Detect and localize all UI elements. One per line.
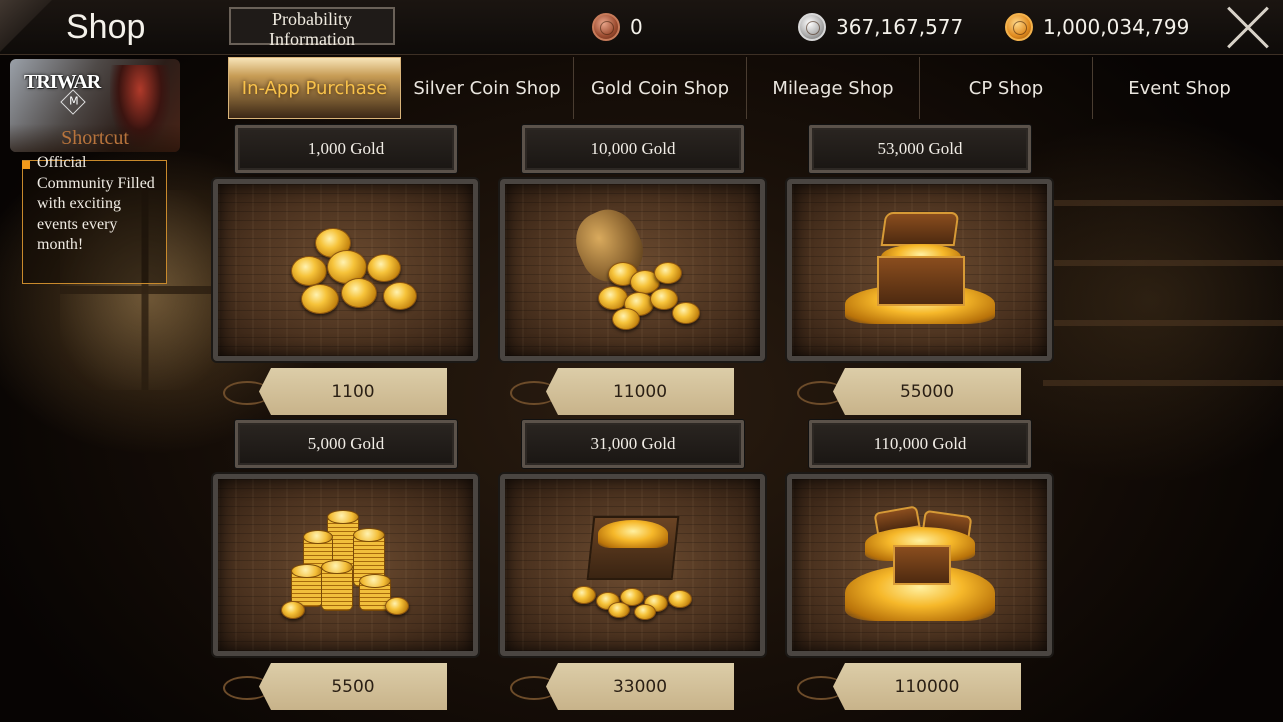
price-tag: 33000 bbox=[546, 663, 734, 710]
price-tag: 110000 bbox=[833, 663, 1021, 710]
shop-tabs: In-App Purchase Silver Coin Shop Gold Co… bbox=[228, 57, 1268, 119]
price-tag: 5500 bbox=[259, 663, 447, 710]
product-card[interactable]: 53,000 Gold 55000 bbox=[787, 125, 1052, 415]
product-image-board bbox=[213, 474, 478, 656]
bronze-currency: 0 bbox=[592, 13, 643, 41]
silver-currency: 367,167,577 bbox=[798, 13, 963, 41]
gold-coin-stacks-icon bbox=[280, 505, 411, 625]
game-logo: TRIWAR bbox=[24, 71, 101, 93]
price-tag: 1100 bbox=[259, 368, 447, 415]
silver-coin-icon bbox=[798, 13, 826, 41]
gold-coins-scattered-icon bbox=[271, 220, 421, 320]
price-tag: 11000 bbox=[546, 368, 734, 415]
page-title: Shop bbox=[66, 8, 146, 46]
bronze-coin-icon bbox=[592, 13, 620, 41]
background-shelf bbox=[1043, 380, 1283, 386]
probability-button-line2: Information bbox=[269, 29, 355, 49]
product-name: 110,000 Gold bbox=[809, 420, 1031, 468]
tab-label: CP Shop bbox=[968, 77, 1044, 99]
product-name: 53,000 Gold bbox=[809, 125, 1031, 173]
product-card[interactable]: 5,000 Gold 5500 bbox=[213, 420, 478, 710]
product-name: 10,000 Gold bbox=[522, 125, 744, 173]
tab-label: Event Shop bbox=[1128, 77, 1231, 99]
product-name: 1,000 Gold bbox=[235, 125, 457, 173]
background-shelf bbox=[1043, 260, 1283, 266]
product-card[interactable]: 110,000 Gold 110000 bbox=[787, 420, 1052, 710]
tab-label: Gold Coin Shop bbox=[590, 77, 730, 99]
product-card[interactable]: 10,000 Gold 11000 bbox=[500, 125, 765, 415]
product-name: 5,000 Gold bbox=[235, 420, 457, 468]
tab-in-app-purchase[interactable]: In-App Purchase bbox=[228, 57, 401, 119]
price-tag: 55000 bbox=[833, 368, 1021, 415]
gold-treasure-chest-icon bbox=[844, 210, 995, 330]
shortcut-label: Shortcut bbox=[10, 124, 180, 152]
gold-currency: 1,000,034,799 bbox=[1005, 13, 1189, 41]
product-image-board bbox=[213, 179, 478, 361]
shortcut-button[interactable]: TRIWAR M Shortcut bbox=[10, 59, 180, 152]
close-icon[interactable] bbox=[1224, 4, 1272, 52]
tab-label: Mileage Shop bbox=[772, 77, 894, 99]
silver-amount: 367,167,577 bbox=[836, 15, 964, 39]
gold-treasure-chests-icon bbox=[844, 505, 995, 625]
background-shelf bbox=[1043, 200, 1283, 206]
shortcut-tooltip: Official Community Filled with exciting … bbox=[22, 154, 167, 284]
top-bar: Shop Probability Information 0 367,167,5… bbox=[0, 0, 1283, 55]
gold-coin-icon bbox=[1005, 13, 1033, 41]
tab-label: In-App Purchase bbox=[241, 77, 388, 99]
gold-coin-crate-icon bbox=[568, 510, 698, 620]
product-name: 31,000 Gold bbox=[522, 420, 744, 468]
product-card[interactable]: 31,000 Gold 33000 bbox=[500, 420, 765, 710]
product-image-board bbox=[787, 179, 1052, 361]
tab-mileage-shop[interactable]: Mileage Shop bbox=[747, 57, 920, 119]
corner-ornament bbox=[0, 0, 60, 54]
gold-coin-bag-icon bbox=[558, 200, 708, 330]
gold-amount: 1,000,034,799 bbox=[1043, 15, 1190, 39]
probability-information-button[interactable]: Probability Information bbox=[229, 7, 395, 49]
tab-label: Silver Coin Shop bbox=[413, 77, 561, 99]
background-shelf bbox=[1043, 320, 1283, 326]
probability-button-line1: Probability bbox=[272, 9, 352, 29]
tab-silver-coin-shop[interactable]: Silver Coin Shop bbox=[401, 57, 574, 119]
tooltip-text: Official Community Filled with exciting … bbox=[37, 154, 155, 253]
product-card[interactable]: 1,000 Gold 1100 bbox=[213, 125, 478, 415]
tab-gold-coin-shop[interactable]: Gold Coin Shop bbox=[574, 57, 747, 119]
bronze-amount: 0 bbox=[630, 15, 643, 39]
product-image-board bbox=[787, 474, 1052, 656]
tab-event-shop[interactable]: Event Shop bbox=[1093, 57, 1266, 119]
tab-cp-shop[interactable]: CP Shop bbox=[920, 57, 1093, 119]
product-image-board bbox=[500, 179, 765, 361]
product-image-board bbox=[500, 474, 765, 656]
tooltip-marker bbox=[22, 161, 30, 169]
